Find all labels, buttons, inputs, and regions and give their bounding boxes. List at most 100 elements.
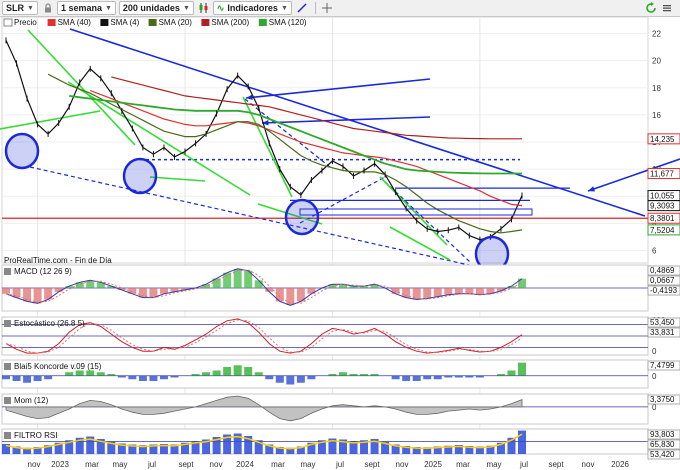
histogram-bar (475, 375, 484, 378)
x-axis-label: jul (147, 460, 156, 469)
x-axis-label: nov (28, 460, 41, 469)
indicators-label: Indicadores (227, 3, 278, 13)
toolbar-separator (314, 2, 316, 14)
histogram-bar (138, 375, 147, 381)
x-axis-label: jul (335, 460, 344, 469)
toolbar: SLR ▼ 1 semana ▼ 200 unidades ▼ ∿ Indica… (0, 0, 680, 17)
histogram-bar (433, 375, 442, 380)
x-axis-label: nov (396, 460, 409, 469)
legend-swatch (47, 19, 56, 26)
histogram-bar (65, 372, 74, 376)
x-axis-label: mar (85, 460, 99, 469)
symbol-label: SLR (6, 3, 24, 13)
legend-label: SMA (200) (211, 18, 249, 27)
price-tick-label: 6 (652, 247, 657, 256)
crosshair-icon[interactable] (320, 1, 334, 15)
histogram-bar (286, 375, 295, 385)
x-axis-label: 2024 (236, 460, 254, 469)
refresh-icon[interactable] (644, 1, 658, 15)
highlight-circle (122, 157, 158, 195)
panel-tag-label: 3,3750 (650, 395, 675, 404)
panel-tag-label: 7,4799 (650, 361, 675, 370)
legend-label: Precio (14, 18, 37, 27)
histogram-bar (444, 375, 453, 378)
histogram-bar (423, 288, 432, 299)
histogram-bar (307, 288, 316, 294)
price-tick-label: 20 (652, 57, 661, 66)
panel-tag-label: 65,830 (650, 440, 675, 449)
histogram-bar (454, 288, 463, 294)
x-axis-label: mar (456, 460, 470, 469)
panel-tag-label: 93,803 (650, 430, 675, 439)
price-tag-label: 9,3093 (650, 202, 675, 211)
highlight-circle (284, 198, 320, 236)
watermark-label: ProRealTime.com - Fin de Día (4, 256, 112, 265)
histogram-bar (254, 280, 263, 288)
x-axis-label: nov (210, 460, 223, 469)
histogram-bar (128, 375, 137, 380)
histogram-bar (86, 370, 95, 376)
price-tag-label: 14,235 (650, 135, 675, 144)
histogram-bar (444, 288, 453, 295)
x-axis-label: may (112, 460, 127, 469)
panel-tag-label: 0,4869 (650, 266, 675, 275)
indicators-icon: ∿ (216, 2, 225, 13)
rsi-bar (518, 430, 526, 454)
histogram-bar (244, 367, 253, 376)
panel-legend-swatch (4, 268, 11, 275)
chevron-down-icon: ▼ (27, 4, 34, 12)
x-axis-label: may (486, 460, 501, 469)
legend-label: SMA (4) (110, 18, 139, 27)
price-tag-label: 7,5204 (650, 226, 675, 235)
histogram-bar (307, 375, 316, 380)
x-axis-label: 2026 (611, 460, 629, 469)
draw-tool-icon[interactable] (295, 1, 309, 15)
histogram-bar (370, 374, 379, 376)
legend-label: SMA (120) (269, 18, 307, 27)
histogram-bar (338, 372, 347, 376)
histogram-bar (349, 374, 358, 376)
units-selector[interactable]: 200 unidades ▼ (118, 1, 194, 15)
histogram-bar (159, 375, 168, 380)
histogram-bar (117, 375, 126, 378)
panel-title: Estocástico (26.8 5) (14, 319, 85, 328)
histogram-bar (2, 375, 10, 380)
histogram-bar (423, 375, 432, 380)
panel-tag-label: -0,4193 (650, 286, 678, 295)
histogram-bar (33, 375, 42, 381)
period-label: 1 semana (60, 3, 102, 13)
panel-axis-label: 0 (652, 372, 657, 381)
indicators-button[interactable]: ∿ Indicadores ▼ (212, 1, 292, 15)
x-axis-label: sept (364, 460, 380, 469)
panel-title: Mom (12) (14, 396, 49, 405)
units-label: 200 unidades (122, 3, 180, 13)
menu-icon[interactable] (660, 1, 674, 15)
indicator-panel (1, 393, 649, 425)
x-axis-label: nov (582, 460, 595, 469)
x-axis-label: sept (178, 460, 194, 469)
legend-label: SMA (40) (58, 18, 92, 27)
histogram-bar (265, 375, 274, 380)
legend-swatch (148, 19, 157, 26)
chevron-down-icon: ▼ (182, 4, 190, 12)
symbol-selector[interactable]: SLR ▼ (2, 1, 38, 15)
histogram-bar (433, 288, 442, 297)
highlight-circle (4, 132, 40, 170)
panel-legend-swatch (4, 320, 11, 327)
panel-axis-label: 0 (652, 347, 657, 356)
chevron-down-icon: ▼ (280, 4, 288, 12)
panel-legend-swatch (4, 397, 11, 404)
panel-title: FILTRO RSI (14, 431, 57, 440)
panel-tag-label: 53,450 (650, 318, 675, 327)
price-chart[interactable]: MACD (12 26 9) Estocástico (26.8 5) Blai5 … (0, 17, 680, 470)
histogram-bar (75, 370, 84, 376)
histogram-bar (360, 374, 369, 376)
price-tick-label: 22 (652, 30, 661, 39)
histogram-bar (496, 374, 505, 376)
histogram-bar (233, 268, 242, 288)
histogram-bar (33, 288, 42, 304)
panel-tag-label: 33,831 (650, 328, 675, 337)
period-selector[interactable]: 1 semana ▼ (56, 1, 116, 15)
lock-icon[interactable] (41, 1, 55, 15)
candlestick-icon[interactable] (197, 1, 211, 15)
